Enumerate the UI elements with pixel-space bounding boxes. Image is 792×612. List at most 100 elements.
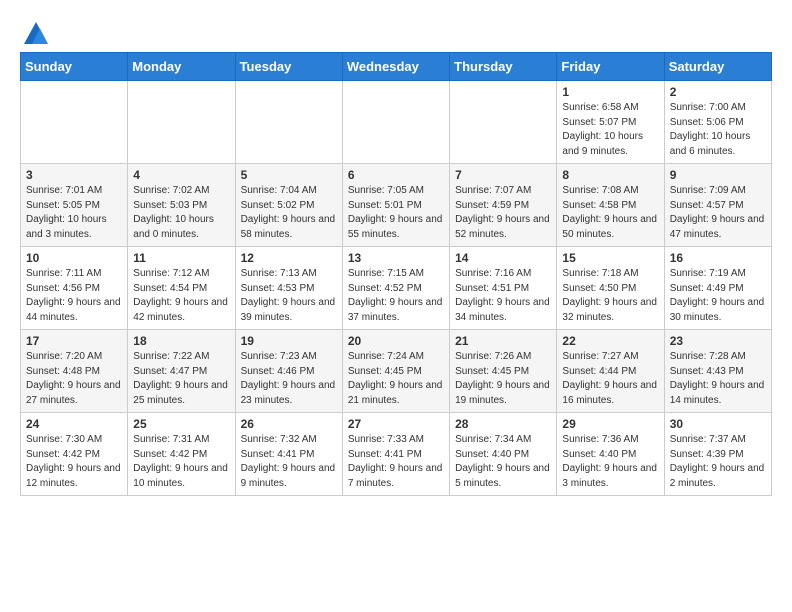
day-cell: 16 Sunrise: 7:19 AM Sunset: 4:49 PM Dayli… [664,247,771,330]
weekday-wednesday: Wednesday [342,53,449,81]
weekday-friday: Friday [557,53,664,81]
day-cell: 8 Sunrise: 7:08 AM Sunset: 4:58 PM Daylig… [557,164,664,247]
week-row-4: 17 Sunrise: 7:20 AM Sunset: 4:48 PM Dayli… [21,330,772,413]
week-row-5: 24 Sunrise: 7:30 AM Sunset: 4:42 PM Dayli… [21,413,772,496]
day-number: 4 [133,168,229,182]
day-number: 3 [26,168,122,182]
day-cell: 6 Sunrise: 7:05 AM Sunset: 5:01 PM Daylig… [342,164,449,247]
day-cell [342,81,449,164]
weekday-tuesday: Tuesday [235,53,342,81]
day-cell: 26 Sunrise: 7:32 AM Sunset: 4:41 PM Dayli… [235,413,342,496]
day-number: 9 [670,168,766,182]
week-row-1: 1Sunrise: 6:58 AM Sunset: 5:07 PM Daylig… [21,81,772,164]
day-cell: 5 Sunrise: 7:04 AM Sunset: 5:02 PM Daylig… [235,164,342,247]
day-number: 29 [562,417,658,431]
day-cell: 20 Sunrise: 7:24 AM Sunset: 4:45 PM Dayli… [342,330,449,413]
week-row-2: 3 Sunrise: 7:01 AM Sunset: 5:05 PM Daylig… [21,164,772,247]
day-cell: 18 Sunrise: 7:22 AM Sunset: 4:47 PM Dayli… [128,330,235,413]
day-info: Sunrise: 7:34 AM Sunset: 4:40 PM Dayligh… [455,433,551,491]
day-info: Sunrise: 7:31 AM Sunset: 4:42 PM Dayligh… [133,433,229,491]
day-cell: 24 Sunrise: 7:30 AM Sunset: 4:42 PM Dayli… [21,413,128,496]
header [20,16,772,44]
day-cell: 9 Sunrise: 7:09 AM Sunset: 4:57 PM Daylig… [664,164,771,247]
day-number: 16 [670,251,766,265]
day-cell: 27Sunrise: 7:33 AM Sunset: 4:41 PM Dayli… [342,413,449,496]
day-cell: 22 Sunrise: 7:27 AM Sunset: 4:44 PM Dayli… [557,330,664,413]
day-cell [128,81,235,164]
day-info: Sunrise: 7:00 AM Sunset: 5:06 PM Dayligh… [670,101,766,159]
day-cell: 1Sunrise: 6:58 AM Sunset: 5:07 PM Daylig… [557,81,664,164]
day-number: 21 [455,334,551,348]
day-number: 20 [348,334,444,348]
day-cell: 2 Sunrise: 7:00 AM Sunset: 5:06 PM Daylig… [664,81,771,164]
day-info: Sunrise: 7:12 AM Sunset: 4:54 PM Dayligh… [133,267,229,325]
day-info: Sunrise: 7:09 AM Sunset: 4:57 PM Dayligh… [670,184,766,242]
day-number: 19 [241,334,337,348]
day-info: Sunrise: 7:04 AM Sunset: 5:02 PM Dayligh… [241,184,337,242]
day-cell: 3 Sunrise: 7:01 AM Sunset: 5:05 PM Daylig… [21,164,128,247]
day-info: Sunrise: 7:19 AM Sunset: 4:49 PM Dayligh… [670,267,766,325]
day-number: 27 [348,417,444,431]
day-info: Sunrise: 7:24 AM Sunset: 4:45 PM Dayligh… [348,350,444,408]
day-number: 18 [133,334,229,348]
day-info: Sunrise: 7:32 AM Sunset: 4:41 PM Dayligh… [241,433,337,491]
weekday-saturday: Saturday [664,53,771,81]
day-info: Sunrise: 7:08 AM Sunset: 4:58 PM Dayligh… [562,184,658,242]
day-info: Sunrise: 7:30 AM Sunset: 4:42 PM Dayligh… [26,433,122,491]
day-info: Sunrise: 7:11 AM Sunset: 4:56 PM Dayligh… [26,267,122,325]
page: SundayMondayTuesdayWednesdayThursdayFrid… [0,0,792,506]
day-info: Sunrise: 7:05 AM Sunset: 5:01 PM Dayligh… [348,184,444,242]
day-cell: 13 Sunrise: 7:15 AM Sunset: 4:52 PM Dayli… [342,247,449,330]
day-cell: 12Sunrise: 7:13 AM Sunset: 4:53 PM Dayli… [235,247,342,330]
day-number: 30 [670,417,766,431]
day-number: 24 [26,417,122,431]
day-number: 2 [670,85,766,99]
weekday-thursday: Thursday [450,53,557,81]
day-number: 28 [455,417,551,431]
day-cell: 10Sunrise: 7:11 AM Sunset: 4:56 PM Dayli… [21,247,128,330]
day-cell [21,81,128,164]
day-number: 11 [133,251,229,265]
logo-icon [22,20,50,48]
day-info: Sunrise: 7:07 AM Sunset: 4:59 PM Dayligh… [455,184,551,242]
day-number: 14 [455,251,551,265]
day-number: 23 [670,334,766,348]
day-number: 22 [562,334,658,348]
day-cell: 11 Sunrise: 7:12 AM Sunset: 4:54 PM Dayli… [128,247,235,330]
logo [20,20,50,44]
day-cell: 29Sunrise: 7:36 AM Sunset: 4:40 PM Dayli… [557,413,664,496]
day-cell: 17 Sunrise: 7:20 AM Sunset: 4:48 PM Dayli… [21,330,128,413]
day-cell [235,81,342,164]
day-info: Sunrise: 7:02 AM Sunset: 5:03 PM Dayligh… [133,184,229,242]
day-info: Sunrise: 7:20 AM Sunset: 4:48 PM Dayligh… [26,350,122,408]
day-number: 5 [241,168,337,182]
day-number: 13 [348,251,444,265]
day-cell: 25Sunrise: 7:31 AM Sunset: 4:42 PM Dayli… [128,413,235,496]
day-number: 6 [348,168,444,182]
day-cell: 30Sunrise: 7:37 AM Sunset: 4:39 PM Dayli… [664,413,771,496]
weekday-sunday: Sunday [21,53,128,81]
day-cell [450,81,557,164]
week-row-3: 10Sunrise: 7:11 AM Sunset: 4:56 PM Dayli… [21,247,772,330]
day-info: Sunrise: 7:22 AM Sunset: 4:47 PM Dayligh… [133,350,229,408]
day-cell: 14 Sunrise: 7:16 AM Sunset: 4:51 PM Dayli… [450,247,557,330]
day-info: Sunrise: 7:26 AM Sunset: 4:45 PM Dayligh… [455,350,551,408]
day-number: 17 [26,334,122,348]
day-info: Sunrise: 7:18 AM Sunset: 4:50 PM Dayligh… [562,267,658,325]
weekday-monday: Monday [128,53,235,81]
day-number: 26 [241,417,337,431]
day-cell: 19 Sunrise: 7:23 AM Sunset: 4:46 PM Dayli… [235,330,342,413]
calendar-table: SundayMondayTuesdayWednesdayThursdayFrid… [20,52,772,496]
day-cell: 4 Sunrise: 7:02 AM Sunset: 5:03 PM Daylig… [128,164,235,247]
day-info: Sunrise: 7:01 AM Sunset: 5:05 PM Dayligh… [26,184,122,242]
day-info: Sunrise: 7:16 AM Sunset: 4:51 PM Dayligh… [455,267,551,325]
day-number: 1 [562,85,658,99]
day-number: 12 [241,251,337,265]
day-cell: 7 Sunrise: 7:07 AM Sunset: 4:59 PM Daylig… [450,164,557,247]
day-info: Sunrise: 7:15 AM Sunset: 4:52 PM Dayligh… [348,267,444,325]
day-cell: 21 Sunrise: 7:26 AM Sunset: 4:45 PM Dayli… [450,330,557,413]
day-number: 7 [455,168,551,182]
day-number: 8 [562,168,658,182]
day-info: Sunrise: 7:23 AM Sunset: 4:46 PM Dayligh… [241,350,337,408]
day-info: Sunrise: 7:27 AM Sunset: 4:44 PM Dayligh… [562,350,658,408]
